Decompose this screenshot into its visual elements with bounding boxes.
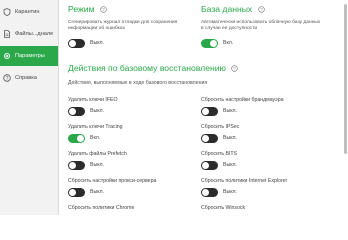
option-label: Сбросить настройки брандмауэра (201, 97, 284, 103)
database-description: Автоматически использовать облачную базу… (201, 20, 321, 31)
svg-text:?: ? (6, 76, 9, 82)
toggle-knob (69, 40, 76, 47)
sidebar-item-quarantine[interactable]: Карантин (0, 2, 58, 22)
toggle-state-label: Выкл. (223, 135, 237, 141)
toggle-knob (69, 108, 76, 115)
option-label: Удалить файлы Prefetch (68, 151, 127, 157)
ipsec-toggle[interactable] (201, 134, 218, 143)
mode-toggle[interactable] (68, 39, 85, 48)
file-icon (3, 30, 11, 38)
proxy-toggle[interactable] (68, 188, 85, 197)
toggle-state-label: Выкл. (223, 162, 237, 168)
sidebar-item-help[interactable]: ? Справка (0, 68, 58, 88)
toggle-state-label: Выкл. (223, 108, 237, 114)
toggle-knob (202, 189, 209, 196)
ie-policies-toggle[interactable] (201, 188, 218, 197)
option-label: Сбросить BITS (201, 151, 238, 157)
sidebar-item-settings[interactable]: Параметры (0, 46, 58, 66)
toggle-knob (69, 162, 76, 169)
base-recovery-title-text: Действия по базовому восстановлению (68, 63, 226, 73)
bits-toggle[interactable] (201, 161, 218, 170)
option-label: Сбросить политики Chrome (68, 205, 135, 211)
toggle-state-label: Выкл. (90, 189, 104, 195)
toggle-knob (210, 40, 217, 47)
sidebar-item-label: Файлы...днале (15, 31, 54, 37)
info-icon[interactable]: ? (100, 5, 107, 15)
prefetch-toggle[interactable] (68, 161, 85, 170)
option-label: Сбросить настройки прокси-сервера (68, 178, 157, 184)
scrollbar[interactable] (344, 4, 347, 154)
mode-toggle-label: Выкл. (90, 40, 104, 46)
database-toggle-label: Вкл. (223, 40, 234, 46)
sidebar: Карантин Файлы...днале Параметры ? Справ… (0, 0, 59, 215)
database-toggle[interactable] (201, 39, 218, 48)
toggle-state-label: Выкл. (90, 108, 104, 114)
database-title-text: База данных (201, 4, 253, 14)
toggle-knob (202, 135, 209, 142)
tracing-toggle[interactable] (68, 134, 85, 143)
svg-text:?: ? (260, 7, 263, 12)
firewall-toggle[interactable] (201, 107, 218, 116)
sidebar-item-label: Справка (15, 75, 37, 81)
toggle-knob (202, 108, 209, 115)
sidebar-item-label: Карантин (15, 9, 40, 15)
info-icon[interactable]: ? (257, 5, 265, 15)
ifeo-toggle[interactable] (68, 107, 85, 116)
option-label: Сбросить политики Internet Explorer (201, 178, 288, 184)
base-recovery-title: Действия по базовому восстановлению ? (68, 63, 239, 74)
info-icon[interactable]: ? (231, 64, 239, 74)
mode-description: Сгенерировать журнал отладки для сохране… (68, 20, 178, 31)
sidebar-item-files[interactable]: Файлы...днале (0, 24, 58, 44)
settings-panel: Режим ? Сгенерировать журнал отладки для… (59, 0, 348, 215)
base-recovery-subtitle: Действия, выполняемые в ходе базового во… (68, 80, 208, 86)
mode-title-text: Режим (68, 4, 95, 14)
option-label: Сбросить Winsock (201, 205, 246, 211)
option-label: Сбросить IPSec (201, 124, 240, 130)
toggle-knob (69, 189, 76, 196)
option-label: Удалить ключи IFEO (68, 97, 118, 103)
svg-text:?: ? (234, 66, 237, 71)
toggle-state-label: Выкл. (90, 162, 104, 168)
gear-icon (3, 52, 11, 60)
database-title: База данных ? (201, 4, 265, 15)
toggle-state-label: Выкл. (223, 189, 237, 195)
shield-icon (3, 8, 11, 16)
svg-text:?: ? (102, 7, 105, 12)
toggle-state-label: Вкл. (90, 135, 101, 141)
sidebar-item-label: Параметры (15, 53, 45, 59)
mode-title: Режим ? (68, 4, 107, 15)
toggle-knob (202, 162, 209, 169)
toggle-knob (77, 135, 84, 142)
help-icon: ? (3, 74, 11, 82)
option-label: Удалить ключи Tracing (68, 124, 123, 130)
